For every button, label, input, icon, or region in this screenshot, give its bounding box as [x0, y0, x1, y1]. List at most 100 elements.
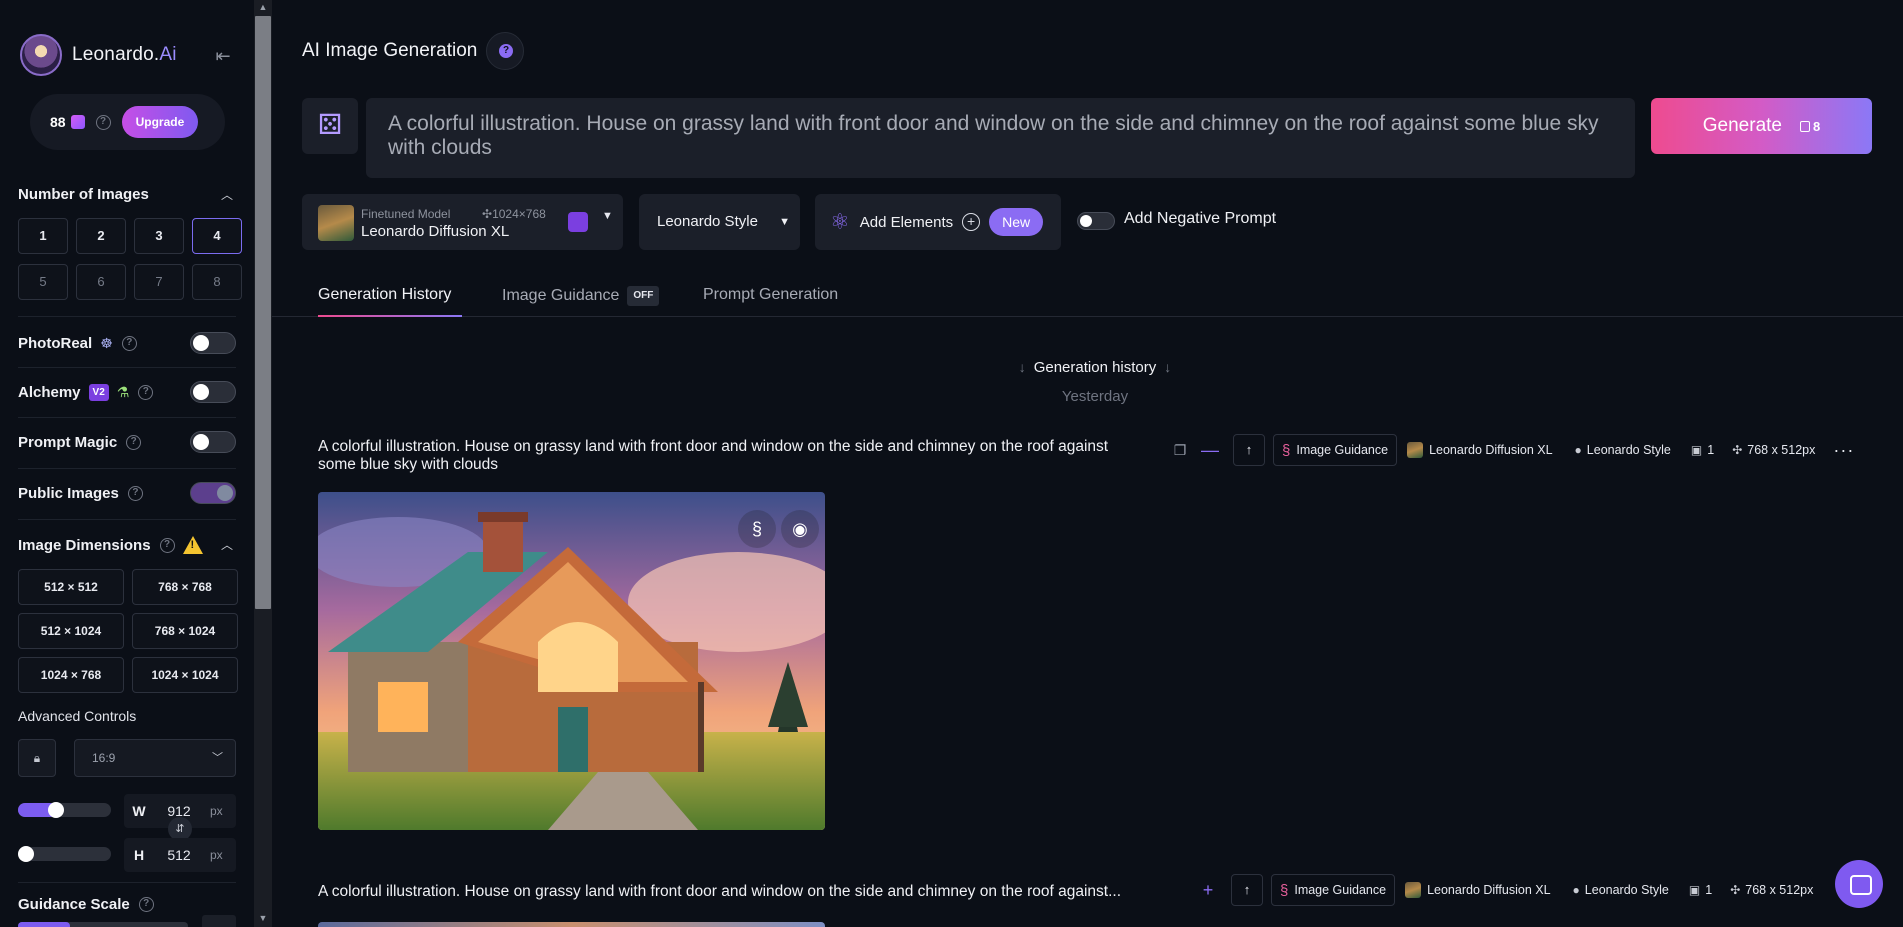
num-images-option-selected[interactable]: 4: [192, 218, 242, 254]
alchemy-label: Alchemy: [18, 383, 81, 401]
help-icon[interactable]: [486, 32, 524, 70]
more-options-icon[interactable]: ···: [1833, 440, 1854, 461]
negative-prompt-toggle[interactable]: [1077, 212, 1115, 230]
num-images-option[interactable]: 5: [18, 264, 68, 300]
image-guidance-button[interactable]: § Image Guidance: [1273, 434, 1398, 466]
slider-thumb[interactable]: [48, 802, 64, 818]
minus-icon[interactable]: —: [1195, 434, 1225, 466]
copy-icon[interactable]: ❐: [1165, 434, 1195, 466]
prompt-magic-toggle[interactable]: [190, 431, 236, 453]
guidance-scale-value-box[interactable]: [202, 915, 236, 927]
aspect-ratio-select[interactable]: 16:9 ﹀: [74, 739, 236, 777]
prompt-input[interactable]: A colorful illustration. House on grassy…: [366, 98, 1635, 178]
model-thumbnail: [1405, 882, 1422, 898]
generation-prompt[interactable]: A colorful illustration. House on grassy…: [318, 883, 1178, 901]
generation-prompt[interactable]: A colorful illustration. House on grassy…: [318, 438, 1148, 474]
num-images-option[interactable]: 8: [192, 264, 242, 300]
generated-image[interactable]: [318, 922, 825, 927]
guidance-icon: §: [1282, 441, 1291, 459]
images-icon: ▣: [1688, 883, 1701, 897]
add-elements-label: Add Elements: [859, 213, 954, 231]
photoreal-toggle[interactable]: [190, 332, 236, 354]
upgrade-button[interactable]: Upgrade: [121, 106, 199, 138]
image-guidance-button[interactable]: § Image Guidance: [1271, 874, 1396, 906]
alchemy-toggle[interactable]: [190, 381, 236, 403]
dimension-option[interactable]: 768 × 768: [132, 569, 238, 605]
aspect-ratio-value: 16:9: [92, 751, 116, 765]
help-icon[interactable]: ?: [127, 485, 143, 501]
generated-image[interactable]: § ◉: [318, 492, 825, 830]
toggle-knob: [193, 335, 209, 351]
sort-down-icon: ↓: [1164, 359, 1172, 375]
model-selector[interactable]: Finetuned Model ✣1024×768 Leonardo Diffu…: [302, 194, 623, 250]
brand-logo[interactable]: Leonardo.Ai: [20, 34, 177, 76]
dimension-option[interactable]: 1024 × 768: [18, 657, 124, 693]
lock-icon[interactable]: 🔒︎: [18, 739, 56, 777]
number-of-images-grid: 1 2 3 4 5 6 7 8: [18, 218, 242, 300]
width-key: W: [132, 803, 146, 819]
num-images-option[interactable]: 3: [134, 218, 184, 254]
arrow-up-icon[interactable]: ↑: [1231, 874, 1263, 906]
scroll-down-icon[interactable]: ▼: [255, 911, 271, 925]
meta-size: ✣ 768 x 512px: [1730, 883, 1814, 897]
model-settings-icon[interactable]: [568, 212, 588, 232]
warning-icon[interactable]: [182, 536, 203, 554]
height-field[interactable]: H 512 px: [124, 838, 236, 872]
tab-image-guidance[interactable]: Image Guidance OFF: [502, 286, 660, 306]
chat-support-icon[interactable]: [1835, 860, 1883, 908]
negative-prompt-label: Add Negative Prompt: [1124, 210, 1277, 227]
height-unit: px: [210, 848, 223, 862]
help-icon[interactable]: ?: [159, 537, 175, 553]
help-icon[interactable]: ?: [126, 434, 142, 450]
dimensions-icon: ✣: [1730, 883, 1741, 897]
height-value[interactable]: 512: [154, 847, 204, 863]
slider-thumb[interactable]: [18, 846, 34, 862]
help-icon[interactable]: ?: [121, 335, 137, 351]
public-images-label: Public Images: [18, 484, 119, 502]
help-icon[interactable]: ?: [138, 384, 154, 400]
eye-icon[interactable]: ◉: [781, 510, 819, 548]
style-select[interactable]: Leonardo Style ▼: [639, 194, 800, 250]
divider: [18, 367, 236, 368]
arrow-up-icon[interactable]: ↑: [1233, 434, 1265, 466]
num-images-option[interactable]: 2: [76, 218, 126, 254]
generate-label: Generate: [1702, 115, 1782, 136]
guidance-icon[interactable]: §: [738, 510, 776, 548]
public-images-toggle[interactable]: [190, 482, 236, 504]
alchemy-version-badge: V2: [88, 383, 109, 401]
generation-meta: + ↑ § Image Guidance Leonardo Diffusion X…: [1193, 874, 1813, 906]
width-slider[interactable]: [18, 802, 111, 818]
help-icon[interactable]: ?: [95, 114, 111, 130]
guidance-scale-slider[interactable]: [18, 922, 188, 927]
active-tab-indicator: [318, 315, 462, 317]
toggle-knob: [193, 434, 209, 450]
scroll-up-icon[interactable]: ▲: [255, 0, 271, 14]
num-images-option[interactable]: 1: [18, 218, 68, 254]
meta-model: Leonardo Diffusion XL: [1407, 442, 1553, 458]
model-resolution: ✣1024×768: [482, 207, 546, 221]
toggle-knob: [193, 384, 209, 400]
num-images-option[interactable]: 6: [76, 264, 126, 300]
sidebar-scrollbar-thumb[interactable]: [255, 16, 271, 609]
generation-history-heading[interactable]: ↓ Generation history ↓: [1010, 359, 1180, 376]
brand-avatar-icon: [20, 34, 62, 76]
dimension-option[interactable]: 768 × 1024: [132, 613, 238, 649]
dimension-option[interactable]: 1024 × 1024: [132, 657, 238, 693]
style-icon: ●: [1572, 883, 1580, 897]
dice-icon[interactable]: ⚄: [302, 98, 358, 154]
chevron-up-icon[interactable]: ︿: [220, 538, 234, 552]
chevron-up-icon[interactable]: ︿: [220, 188, 234, 202]
help-icon[interactable]: ?: [138, 897, 154, 912]
num-images-option[interactable]: 7: [134, 264, 184, 300]
plus-icon[interactable]: +: [1193, 874, 1223, 906]
height-slider[interactable]: [18, 846, 111, 862]
photoreal-icon: ☸: [100, 334, 113, 351]
dimension-option[interactable]: 512 × 1024: [18, 613, 124, 649]
tab-prompt-generation[interactable]: Prompt Generation: [703, 286, 838, 304]
collapse-left-icon[interactable]: ⇤: [211, 44, 235, 68]
add-elements-button[interactable]: ⚛ Add Elements + New: [815, 194, 1061, 250]
dimension-option[interactable]: 512 × 512: [18, 569, 124, 605]
token-icon: [1800, 120, 1810, 132]
tab-generation-history[interactable]: Generation History: [318, 286, 451, 304]
generate-button[interactable]: Generate 8: [1651, 98, 1872, 154]
